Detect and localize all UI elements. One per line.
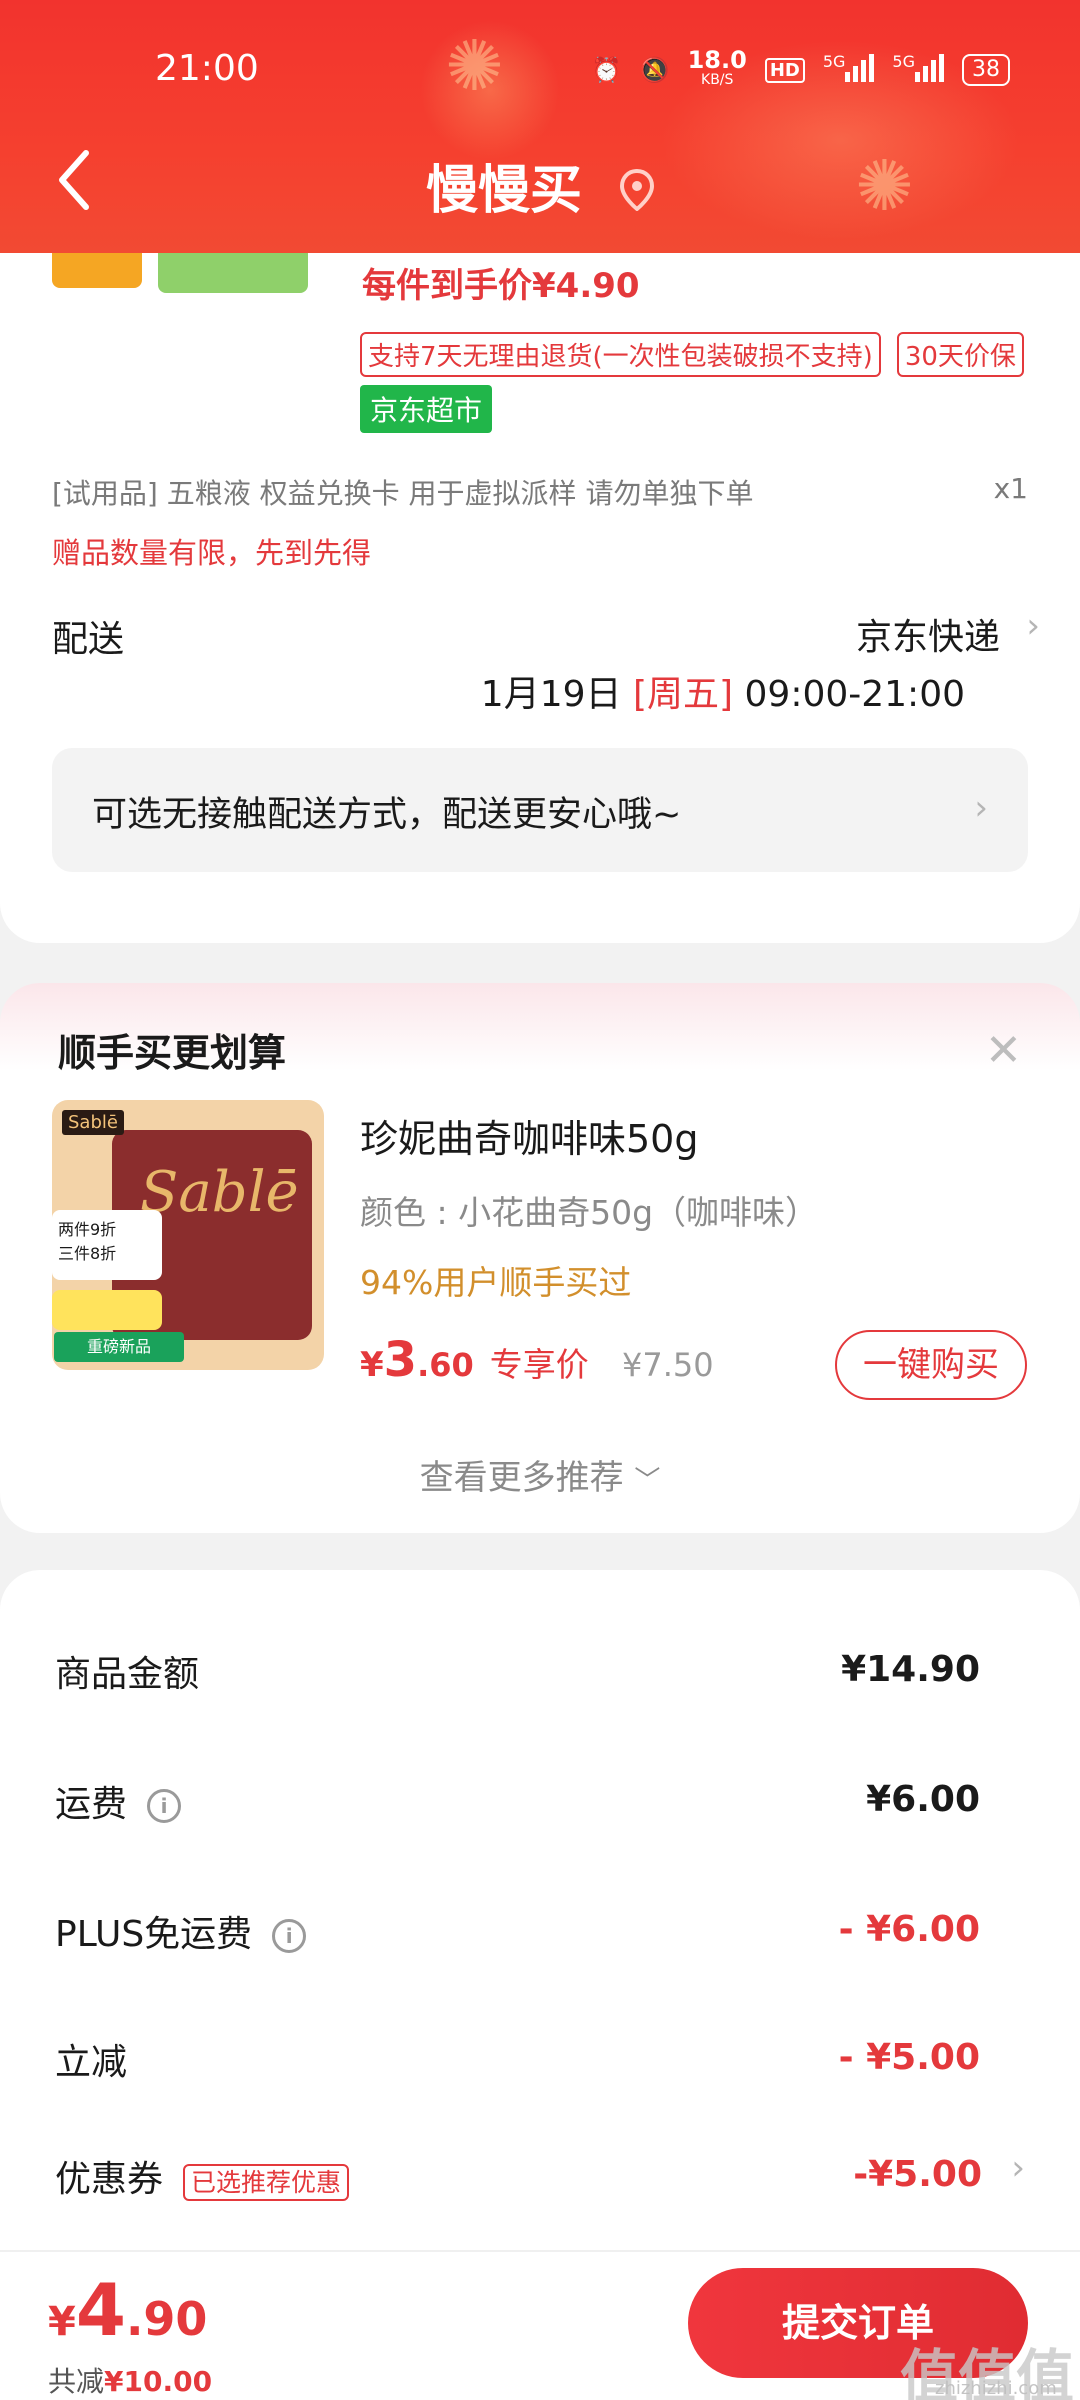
delivery-weekday: [周五] [632,674,734,715]
summary-row-label: PLUS免运费 i [55,1905,307,1957]
delivery-label: 配送 [52,619,125,660]
unit-price: 每件到手价¥4.90 [362,266,640,306]
product-thumbnail-2[interactable] [158,253,308,293]
total-price: ¥4.90 [48,2268,207,2352]
product-tags: 支持7天无理由退货(一次性包装破损不支持) 30天价保 [360,332,1024,377]
page-title: 慢慢买 [0,148,1080,224]
recommend-orig-price: ¥7.50 [622,1346,714,1384]
close-icon[interactable]: ✕ [985,1025,1022,1076]
summary-row-label: 运费 i [55,1775,182,1827]
price-currency: ¥ [360,1345,384,1385]
summary-row-value: ¥14.90 [841,1649,980,1690]
summary-row-value: ¥6.00 [866,1779,980,1820]
battery-icon: 38 [962,54,1010,86]
net-speed: 18.0 KB/S [687,46,747,88]
summary-row-value[interactable]: -¥5.00 [853,2154,982,2195]
chevron-right-icon[interactable]: › [1026,606,1040,646]
firework-icon: ✺ [445,25,504,107]
recommend-product-image[interactable]: Sablē Sablē 两件9折 三件8折 重磅新品 [52,1100,324,1370]
summary-row-value: - ¥5.00 [838,2037,980,2078]
chevron-right-icon: › [974,788,988,828]
total-int: 4 [75,2268,126,2352]
recommend-social-proof: 94%用户顺手买过 [360,1263,632,1302]
summary-row-label: 商品金额 [55,1645,199,1697]
summary-row-label: 立减 [55,2033,127,2085]
saved-value: ¥10.00 [104,2365,213,2398]
coupon-tag: 已选推荐优惠 [183,2164,350,2201]
delivery-time-range: 09:00-21:00 [744,674,965,715]
summary-row-value: - ¥6.00 [838,1909,980,1950]
more-recommend-text: 查看更多推荐 [419,1458,624,1498]
recommend-product-name[interactable]: 珍妮曲奇咖啡味50g [360,1108,698,1163]
more-recommend-link[interactable]: 查看更多推荐 ﹀ [0,1450,1080,1499]
contactless-text: 可选无接触配送方式，配送更安心哦~ [92,795,682,835]
total-dec: .90 [125,2292,208,2346]
signal-5g-icon-2: 5G [892,52,944,88]
summary-label-text: 运费 [55,1784,128,1825]
recommend-title: 顺手买更划算 [58,1031,287,1075]
delivery-method[interactable]: 京东快递 [856,608,1000,660]
info-icon[interactable]: i [272,1919,307,1953]
status-time: 21:00 [155,48,259,89]
price-dec: .60 [417,1346,474,1384]
summary-label-text: PLUS免运费 [55,1914,253,1955]
return-policy-tag: 支持7天无理由退货(一次性包装破损不支持) [360,332,881,377]
one-click-buy-button[interactable]: 一键购买 [835,1330,1027,1400]
summary-label-text: 立减 [55,2042,128,2083]
gift-note: 赠品数量有限，先到先得 [52,536,372,570]
watermark-url: zhizhizhi.com [935,2378,1057,2399]
delivery-method-text: 京东快递 [855,617,1000,658]
price-protect-tag: 30天价保 [896,332,1024,377]
delivery-time[interactable]: 1月19日 [周五] 09:00-21:00 [481,665,965,717]
chevron-right-icon[interactable]: › [1011,2148,1025,2188]
price-label: 专享价 [489,1345,589,1384]
mute-icon: 🔕 [639,56,670,84]
store-tag: 京东超市 [360,385,493,433]
product-brand-art: Sablē [140,1160,299,1225]
trial-item-qty: x1 [993,472,1028,505]
summary-label-text: 优惠券 [55,2159,164,2200]
chevron-down-icon: ﹀ [634,1466,661,1496]
location-pin-icon[interactable] [620,164,655,224]
price-int: 3 [383,1332,418,1388]
summary-label-text: 商品金额 [55,1654,200,1695]
total-currency: ¥ [48,2299,76,2345]
new-product-badge: 重磅新品 [54,1332,184,1362]
brand-logo: Sablē [62,1110,124,1135]
alarm-icon: ⏰ [591,56,622,84]
delivery-date: 1月19日 [480,674,622,715]
signal-5g-icon: 5G [823,52,875,88]
saved-label: 共减 [48,2365,105,2398]
page-title-text: 慢慢买 [425,161,582,221]
summary-row-label: 优惠券 已选推荐优惠 [55,2150,350,2202]
hd-icon: HD [764,57,805,83]
discount-badge: 两件9折 三件8折 [52,1210,162,1280]
status-icons: ⏰ 🔕 18.0 KB/S HD 5G 5G 38 [591,46,1010,90]
total-saved: 共减¥10.00 [48,2360,212,2400]
contactless-delivery-option[interactable]: 可选无接触配送方式，配送更安心哦~ › [52,748,1028,872]
recommend-product-spec: 颜色 : 小花曲奇50g（咖啡味） [360,1193,819,1232]
promo-badge [52,1290,162,1330]
product-thumbnail[interactable] [52,253,142,288]
info-icon[interactable]: i [147,1789,182,1823]
trial-item-text: [试用品] 五粮液 权益兑换卡 用于虚拟派样 请勿单独下单 [52,477,754,510]
recommend-price: ¥3.60 专享价 [360,1332,589,1388]
